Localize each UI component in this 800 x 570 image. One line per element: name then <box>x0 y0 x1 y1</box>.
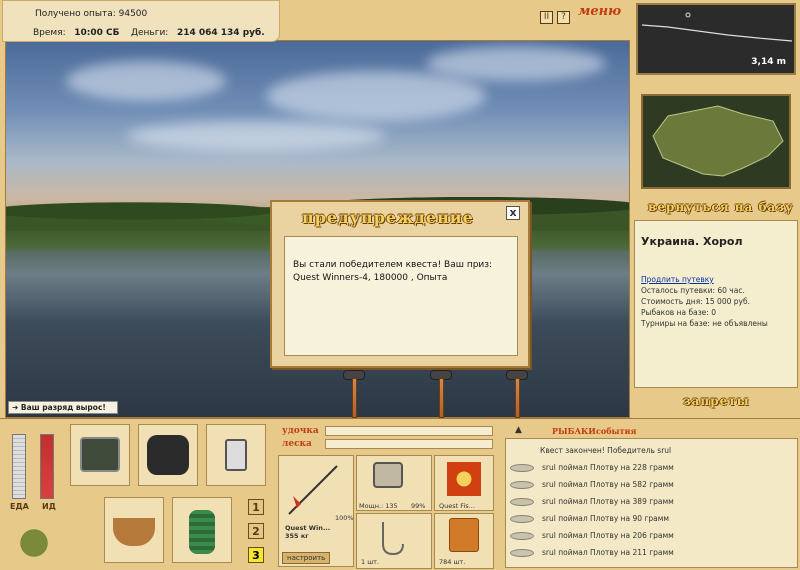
money-value: 214 064 134 руб. <box>176 28 265 38</box>
fish-icon <box>510 481 534 489</box>
event-item: srul поймал Плотву на 228 грамм <box>510 460 795 475</box>
time-value: 10:00 СБ <box>74 28 120 38</box>
rod-weight: 355 кг <box>285 532 309 540</box>
exp-label: Получено опыта: <box>35 9 116 19</box>
backpack-slot[interactable] <box>138 424 198 486</box>
line-spool-icon <box>447 462 481 496</box>
extend-pass-link[interactable]: Продлить путевку <box>641 275 714 284</box>
line-label: леска <box>282 439 312 449</box>
menu-button[interactable]: меню <box>578 4 621 19</box>
reel-info: Мощн.: 135 <box>359 502 398 510</box>
location-panel: Украина. Хорол Продлить путевку Осталось… <box>634 220 798 388</box>
dialog-title: предупреждение <box>302 208 474 227</box>
pd-label: ИД <box>42 502 56 511</box>
basket-slot[interactable] <box>104 497 164 563</box>
money-label: Деньги: <box>130 28 169 38</box>
line-name: Quest Fis... <box>439 502 475 510</box>
rod-name: Quest Win... <box>285 524 331 532</box>
info-line: Стоимость дня: 15 000 руб. <box>641 297 750 306</box>
map-icon <box>652 105 784 177</box>
basket-icon <box>113 518 155 546</box>
warning-dialog: предупреждение x Вы стали победителем кв… <box>270 200 530 368</box>
event-first: Квест закончен! Победитель srul <box>540 446 672 455</box>
bait-slot[interactable]: 784 шт. <box>434 513 494 569</box>
return-to-base-button[interactable]: вернуться на базу <box>648 200 794 214</box>
fishing-rod-icon <box>288 465 338 515</box>
bait-count: 784 шт. <box>439 558 466 566</box>
bans-button[interactable]: запреты <box>683 394 750 408</box>
phone-slot[interactable] <box>206 424 266 486</box>
slot-3-button[interactable]: 3 <box>248 547 264 563</box>
depth-gauge: 3,14 m <box>636 3 796 75</box>
depth-value: 3,14 m <box>751 57 786 67</box>
reel-percent: 99% <box>411 502 426 510</box>
info-line: Осталось путевки: 60 час. <box>641 286 745 295</box>
rod-slot[interactable]: Quest Win... 355 кг 100% настроить <box>278 455 354 567</box>
tackle-box-slot[interactable] <box>70 424 130 486</box>
menu-bar: II? меню <box>540 4 630 24</box>
dialog-message: Вы стали победителем квеста! Ваш приз: Q… <box>284 236 518 356</box>
rod-bar <box>325 426 493 436</box>
backpack-icon <box>147 435 189 475</box>
phone-icon <box>225 439 247 471</box>
keepnet-icon <box>189 510 215 554</box>
slot-1-button[interactable]: 1 <box>248 499 264 515</box>
fish-icon <box>510 498 534 506</box>
fish-icon <box>510 549 534 557</box>
hook-count: 1 шт. <box>361 558 380 566</box>
hook-icon <box>382 522 404 556</box>
pd-meter <box>40 434 54 499</box>
events-arrow-icon[interactable]: ▲ <box>515 425 522 435</box>
events-header-events[interactable]: события <box>596 426 636 436</box>
events-panel: Квест закончен! Победитель srul srul пой… <box>505 438 798 568</box>
slot-2-button[interactable]: 2 <box>248 523 264 539</box>
fish-icon <box>510 515 534 523</box>
location-title: Украина. Хорол <box>641 235 743 248</box>
event-item: srul поймал Плотву на 206 грамм <box>510 528 795 543</box>
event-item: srul поймал Плотву на 389 грамм <box>510 494 795 509</box>
help-button[interactable]: ? <box>557 11 570 24</box>
bait-bag-icon[interactable] <box>10 519 58 567</box>
info-line: Рыбаков на базе: 0 <box>641 308 716 317</box>
event-item: srul поймал Плотву на 582 грамм <box>510 477 795 492</box>
event-item: srul поймал Плотву на 90 грамм <box>510 511 795 526</box>
rod-label: удочка <box>282 426 319 436</box>
hook-slot[interactable]: 1 шт. <box>356 513 432 569</box>
rank-message: ➜ Ваш разряд вырос! <box>8 401 118 414</box>
pause-button[interactable]: II <box>540 11 553 24</box>
bait-can-icon <box>449 518 479 552</box>
line-slot[interactable]: Quest Fis... <box>434 455 494 511</box>
ukraine-map[interactable] <box>641 94 791 189</box>
fish-icon <box>510 464 534 472</box>
close-icon[interactable]: x <box>506 206 520 220</box>
tune-button[interactable]: настроить <box>282 552 331 564</box>
food-meter <box>12 434 26 499</box>
line-bar <box>325 439 493 449</box>
info-line: Турниры на базе: не объявлены <box>641 319 768 328</box>
events-header-fishers[interactable]: РЫБАКИ <box>552 426 596 436</box>
tackle-box-icon <box>80 437 120 472</box>
time-label: Время: <box>33 28 66 38</box>
reel-icon <box>373 462 403 488</box>
exp-value: 94500 <box>118 9 148 19</box>
rank-message-text: Ваш разряд вырос! <box>20 403 106 412</box>
reel-slot[interactable]: Мощн.: 135 99% <box>356 455 432 511</box>
fish-icon <box>510 532 534 540</box>
player-info-panel: Получено опыта: 94500 Время: 10:00 СБ Де… <box>2 0 280 42</box>
rod-percent: 100% <box>335 514 354 522</box>
event-item: srul поймал Плотву на 211 грамм <box>510 545 795 560</box>
food-label: ЕДА <box>10 502 29 511</box>
keepnet-slot[interactable] <box>172 497 232 563</box>
